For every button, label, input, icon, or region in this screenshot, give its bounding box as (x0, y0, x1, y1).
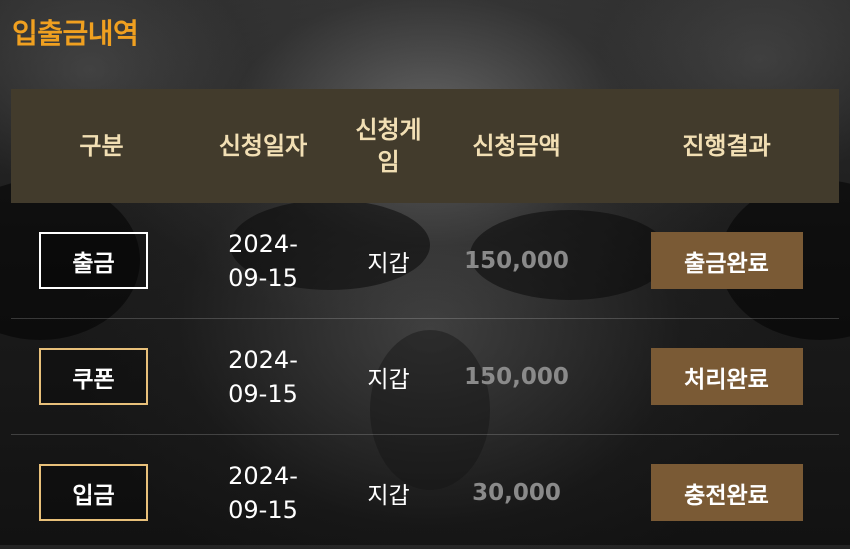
header-date: 신청일자 (218, 132, 308, 160)
table-row: 입금 2024- 09-15 지갑 30,000 충전완료 (11, 435, 839, 549)
request-game: 지갑 (367, 250, 410, 277)
request-amount: 30,000 (472, 479, 561, 506)
header-amount: 신청금액 (472, 132, 561, 160)
table-row: 출금 2024- 09-15 지갑 150,000 출금완료 (11, 203, 839, 319)
status-button-charge-complete[interactable]: 충전완료 (650, 464, 803, 521)
request-amount: 150,000 (464, 247, 569, 274)
status-button-withdrawal-complete[interactable]: 출금완료 (650, 232, 803, 289)
deposit-withdrawal-history-page: 입출금내역 구분 신청일자 신청게 임 신청금액 진행결과 출금 2024- 0… (0, 0, 850, 549)
transaction-table: 구분 신청일자 신청게 임 신청금액 진행결과 출금 2024- 09-15 지… (11, 89, 839, 549)
header-result: 진행결과 (682, 132, 771, 160)
header-type: 구분 (79, 132, 124, 160)
divider (0, 545, 850, 549)
type-badge-deposit: 입금 (39, 464, 148, 521)
request-date: 2024- 09-15 (228, 229, 298, 292)
table-row: 쿠폰 2024- 09-15 지갑 150,000 처리완료 (11, 319, 839, 435)
status-button-processing-complete[interactable]: 처리완료 (650, 348, 803, 405)
table-header: 구분 신청일자 신청게 임 신청금액 진행결과 (11, 89, 839, 203)
request-game: 지갑 (367, 366, 410, 393)
page-title: 입출금내역 (12, 17, 139, 50)
type-badge-coupon: 쿠폰 (39, 348, 148, 405)
header-game: 신청게 임 (355, 116, 422, 176)
request-game: 지갑 (367, 482, 410, 509)
request-amount: 150,000 (464, 363, 569, 390)
request-date: 2024- 09-15 (228, 345, 298, 408)
request-date: 2024- 09-15 (228, 461, 298, 524)
type-badge-withdrawal: 출금 (39, 232, 148, 289)
